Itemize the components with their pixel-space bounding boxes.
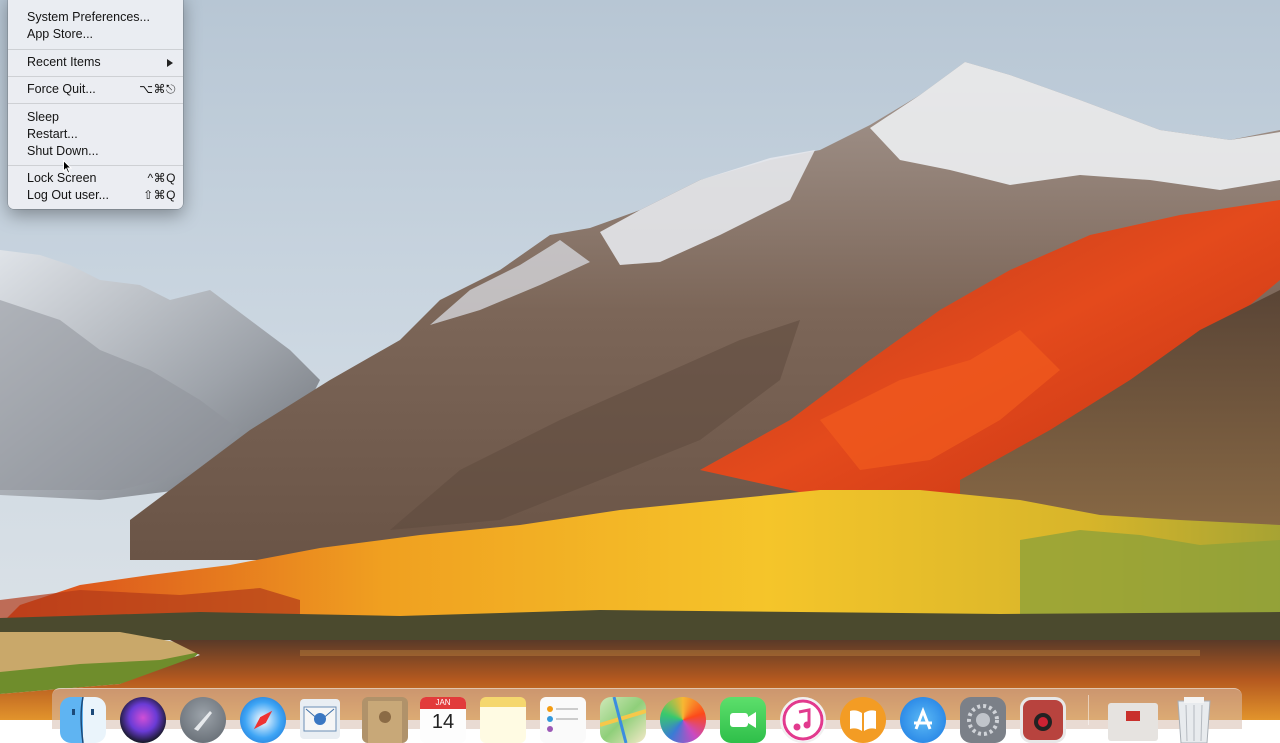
- notes-icon[interactable]: [480, 697, 526, 743]
- submenu-arrow-icon: [167, 59, 173, 67]
- reminders-icon[interactable]: [540, 697, 586, 743]
- trash-icon[interactable]: [1174, 697, 1214, 743]
- menu-item-label: Force Quit...: [27, 82, 96, 96]
- finder-icon[interactable]: [60, 697, 106, 743]
- menu-item-shortcut: ⇧⌘Q: [143, 188, 176, 202]
- mouse-cursor-icon: [63, 160, 73, 174]
- menu-separator: [8, 103, 183, 104]
- photos-icon[interactable]: [660, 697, 706, 743]
- calendar-icon[interactable]: JAN 14: [420, 697, 466, 743]
- menu-item-label: Shut Down...: [27, 144, 99, 158]
- facetime-icon[interactable]: [720, 697, 766, 743]
- menu-item-lock-screen[interactable]: Lock Screen ^⌘Q: [8, 170, 183, 187]
- menu-item-label: Sleep: [27, 110, 59, 124]
- menu-item-system-preferences[interactable]: System Preferences...: [8, 9, 183, 26]
- itunes-icon[interactable]: [780, 697, 826, 743]
- menu-item-label: Lock Screen: [27, 171, 97, 185]
- contacts-icon[interactable]: [362, 697, 408, 743]
- safari-icon[interactable]: [240, 697, 286, 743]
- menu-item-log-out[interactable]: Log Out user... ⇧⌘Q: [8, 187, 183, 204]
- siri-icon[interactable]: [120, 697, 166, 743]
- menu-item-shut-down[interactable]: Shut Down...: [8, 143, 183, 160]
- menu-item-label: System Preferences...: [27, 10, 150, 24]
- menu-item-restart[interactable]: Restart...: [8, 126, 183, 143]
- menu-separator: [8, 76, 183, 77]
- calendar-month: JAN: [420, 697, 466, 709]
- menu-item-label: Recent Items: [27, 55, 101, 69]
- menu-separator: [8, 165, 183, 166]
- dock-divider: [1088, 695, 1089, 725]
- menu-item-label: App Store...: [27, 27, 94, 41]
- ibooks-icon[interactable]: [840, 697, 886, 743]
- menu-item-label: Log Out user...: [27, 188, 109, 202]
- apple-menu-dropdown: System Preferences... App Store... Recen…: [8, 0, 183, 209]
- downloads-stack-icon[interactable]: [1108, 703, 1158, 741]
- menu-item-sleep[interactable]: Sleep: [8, 109, 183, 126]
- menu-item-recent-items[interactable]: Recent Items: [8, 54, 183, 71]
- menu-item-force-quit[interactable]: Force Quit... ⌥⌘⎋: [8, 81, 183, 98]
- menu-item-shortcut: ^⌘Q: [147, 171, 176, 185]
- desktop-wallpaper: [0, 0, 1280, 720]
- dock: JAN 14: [52, 688, 1242, 743]
- photo-booth-icon[interactable]: [1020, 697, 1066, 743]
- menu-item-shortcut: ⌥⌘⎋: [139, 82, 176, 96]
- calendar-day: 14: [431, 711, 455, 733]
- app-store-icon[interactable]: [900, 697, 946, 743]
- maps-icon[interactable]: [600, 697, 646, 743]
- menu-item-label: Restart...: [27, 127, 78, 141]
- menu-item-app-store[interactable]: App Store...: [8, 26, 183, 43]
- launchpad-icon[interactable]: [180, 697, 226, 743]
- system-preferences-icon[interactable]: [960, 697, 1006, 743]
- mail-icon[interactable]: [300, 699, 340, 739]
- menu-separator: [8, 49, 183, 50]
